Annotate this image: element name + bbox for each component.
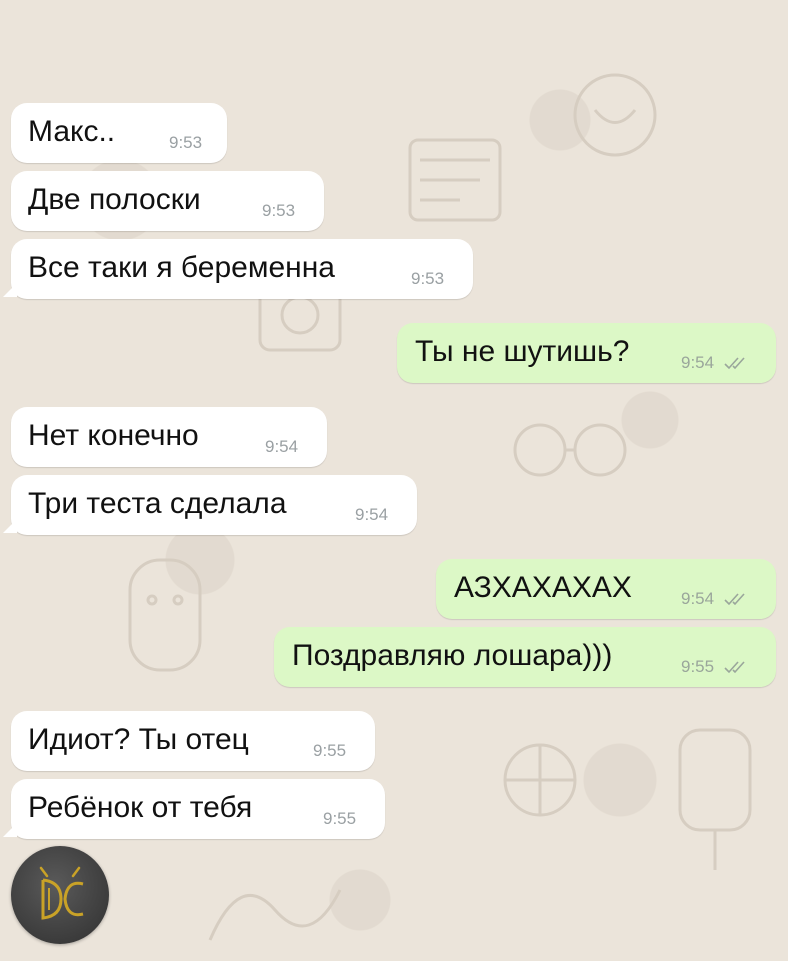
incoming-message[interactable]: Макс.. 9:53 — [11, 103, 227, 163]
message-time: 9:54 — [355, 505, 389, 524]
message-time-label: 9:54 — [681, 589, 715, 608]
wallpaper-doodle-icon — [128, 558, 202, 672]
wallpaper-doodle-icon — [573, 73, 657, 157]
message-text: Все таки я беременна — [28, 251, 335, 284]
message-text: Ты не шутишь? — [415, 335, 630, 368]
incoming-message[interactable]: Две полоски 9:53 — [11, 171, 324, 231]
outgoing-message[interactable]: Поздравляю лошара))) 9:55 — [274, 627, 776, 687]
message-time: 9:54 — [681, 589, 749, 609]
incoming-message[interactable]: Идиот? Ты отец 9:55 — [11, 711, 375, 771]
message-time: 9:55 — [313, 741, 347, 760]
message-time: 9:55 — [323, 809, 357, 828]
bubble-tail — [3, 283, 17, 297]
incoming-message[interactable]: Три теста сделала 9:54 — [3, 475, 417, 535]
wallpaper-doodle-icon — [678, 728, 752, 870]
outgoing-message[interactable]: Ты не шутишь? 9:54 — [397, 323, 776, 383]
wallpaper-doodle-icon — [513, 423, 627, 477]
incoming-message[interactable]: Ребёнок от тебя 9:55 — [3, 779, 385, 839]
bubble-tail — [3, 519, 17, 533]
message-time: 9:54 — [265, 437, 299, 456]
dc-logo-icon — [11, 846, 109, 944]
message-text: Ребёнок от тебя — [28, 791, 253, 824]
wallpaper-doodle-icon — [503, 743, 577, 817]
message-text: Нет конечно — [28, 419, 199, 452]
message-time: 9:53 — [169, 133, 203, 152]
read-ticks-icon — [724, 357, 745, 370]
outgoing-message[interactable]: АЗХАХАХАХ 9:54 — [436, 559, 776, 619]
message-time-label: 9:55 — [681, 657, 715, 676]
incoming-message[interactable]: Нет конечно 9:54 — [11, 407, 327, 467]
incoming-message[interactable]: Все таки я беременна 9:53 — [3, 239, 473, 299]
dc-logo-mark — [39, 866, 84, 920]
message-text: Две полоски — [28, 183, 201, 216]
message-time-label: 9:54 — [681, 353, 715, 372]
message-text: Поздравляю лошара))) — [292, 639, 613, 672]
message-text: Три теста сделала — [28, 487, 287, 520]
message-time: 9:53 — [411, 269, 445, 288]
message-time: 9:54 — [681, 353, 749, 373]
bubble-tail — [3, 823, 17, 837]
read-ticks-icon — [724, 593, 745, 606]
message-text: Идиот? Ты отец — [28, 723, 249, 756]
wallpaper-doodle-icon — [208, 889, 342, 941]
wallpaper-doodle-icon — [408, 138, 502, 222]
message-time: 9:53 — [262, 201, 296, 220]
message-text: АЗХАХАХАХ — [454, 571, 632, 604]
message-text: Макс.. — [28, 115, 116, 148]
message-time: 9:55 — [681, 657, 749, 677]
read-ticks-icon — [724, 661, 745, 674]
